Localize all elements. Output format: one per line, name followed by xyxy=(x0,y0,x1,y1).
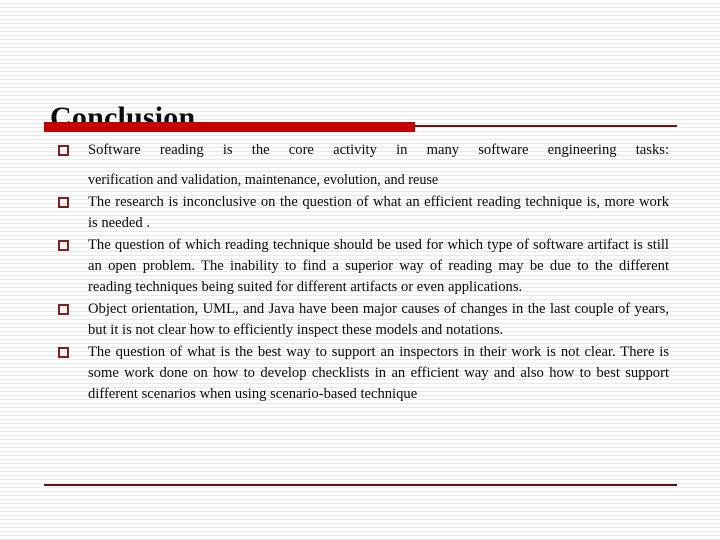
list-item: The question of which reading technique … xyxy=(44,235,669,298)
square-bullet-icon xyxy=(58,347,69,358)
list-item-text: Software reading is the core activity in… xyxy=(88,140,669,191)
list-item-text: The question of what is the best way to … xyxy=(88,344,669,402)
list-item: The question of what is the best way to … xyxy=(44,342,669,405)
square-bullet-icon xyxy=(58,240,69,251)
bullet-list: Software reading is the core activity in… xyxy=(44,140,669,406)
list-item-line: Software reading is the core activity in… xyxy=(88,142,669,158)
list-item-text: The research is inconclusive on the ques… xyxy=(88,194,669,231)
footer-divider xyxy=(44,484,677,486)
list-item-text: The question of which reading technique … xyxy=(88,237,669,295)
square-bullet-icon xyxy=(58,145,69,156)
slide-canvas: Conclusion Software reading is the core … xyxy=(0,0,720,540)
square-bullet-icon xyxy=(58,197,69,208)
list-item: Object orientation, UML, and Java have b… xyxy=(44,299,669,341)
list-item: The research is inconclusive on the ques… xyxy=(44,192,669,234)
list-item-line: verification and validation, maintenance… xyxy=(88,172,439,188)
square-bullet-icon xyxy=(58,304,69,315)
title-divider xyxy=(44,122,677,132)
list-item: Software reading is the core activity in… xyxy=(44,140,669,191)
title-divider-red-bar xyxy=(44,122,415,132)
list-item-text: Object orientation, UML, and Java have b… xyxy=(88,301,669,338)
